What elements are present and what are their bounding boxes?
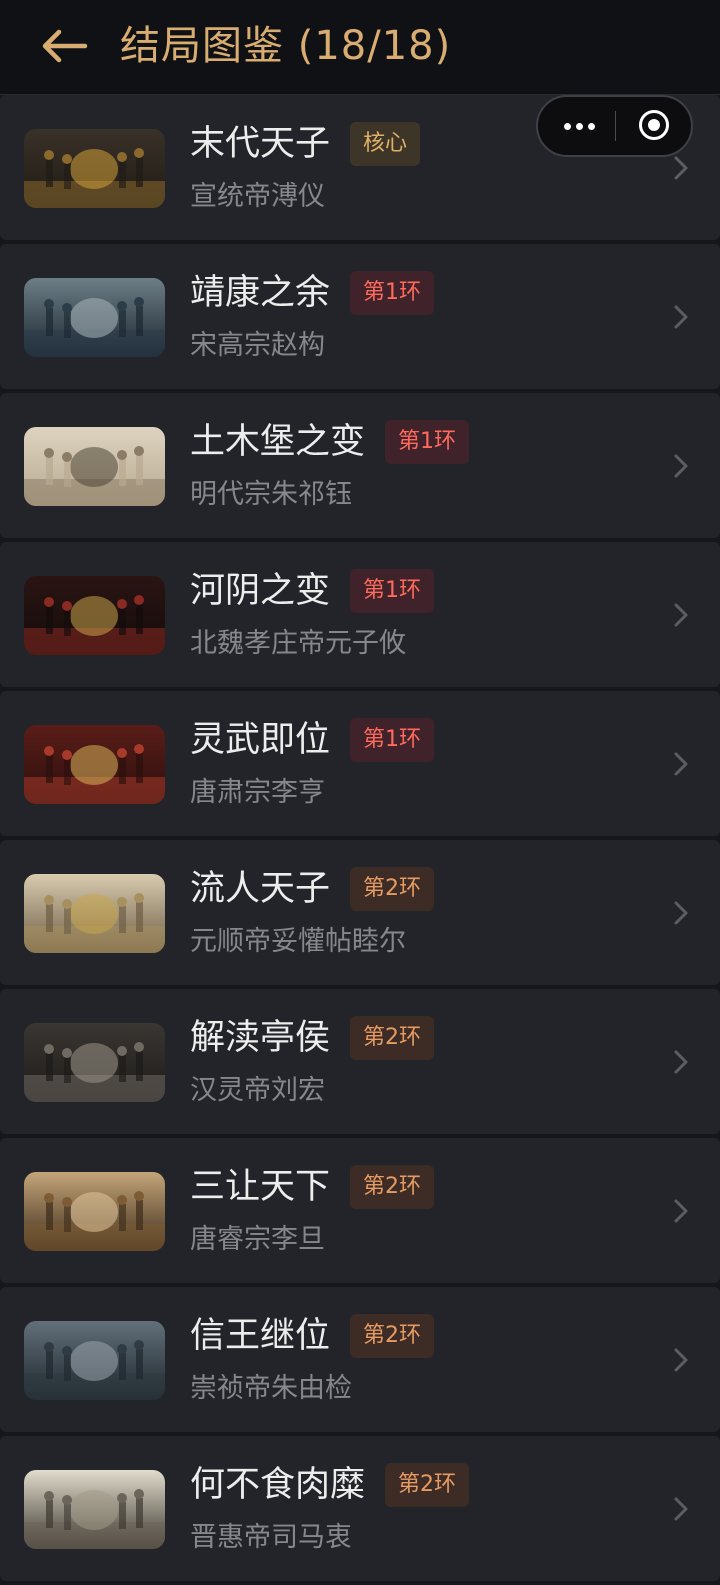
chevron-right-icon (670, 451, 692, 481)
ending-title: 流人天子 (190, 869, 331, 909)
ending-tag-badge: 核心 (350, 122, 421, 166)
ending-emperor-name: 明代宗朱祁钰 (190, 479, 352, 510)
chevron-right-icon (670, 302, 692, 332)
ending-card[interactable]: 何不食肉糜 第2环晋惠帝司马衷 (0, 1436, 720, 1581)
ending-emperor-name: 唐肃宗李亨 (190, 777, 325, 808)
ending-card[interactable]: 信王继位 第2环崇祯帝朱由检 (0, 1287, 720, 1432)
ending-title: 灵武即位 (190, 720, 331, 760)
ending-thumbnail (24, 725, 165, 804)
ending-emperor-name: 崇祯帝朱由检 (190, 1373, 352, 1404)
ending-card[interactable]: 流人天子 第2环元顺帝妥懽帖睦尔 (0, 840, 720, 985)
ending-tag-badge: 第2环 (350, 1165, 434, 1209)
close-miniprogram-button[interactable] (626, 104, 682, 148)
ending-emperor-name: 汉灵帝刘宏 (190, 1075, 325, 1106)
ending-tag-badge: 第1环 (350, 718, 434, 762)
capsule-divider (615, 111, 616, 141)
chevron-right-icon (670, 1494, 692, 1524)
ending-title: 何不食肉糜 (190, 1465, 366, 1505)
chevron-right-icon (670, 153, 692, 183)
back-button[interactable] (38, 22, 90, 70)
chevron-right-icon (670, 898, 692, 928)
ending-tag-badge: 第2环 (350, 1314, 434, 1358)
ending-thumbnail (24, 129, 165, 208)
miniprogram-capsule (536, 95, 693, 157)
chevron-right-icon (670, 1196, 692, 1226)
ending-emperor-name: 宋高宗赵构 (190, 330, 325, 361)
ending-list: 末代天子 核心 宣统帝溥仪 靖康之余 第1环 宋高宗赵构 土木堡之变 第1环 明代宗朱祁钰 河阴之… (0, 95, 720, 1585)
ending-thumbnail (24, 1470, 165, 1549)
ending-thumbnail (24, 1172, 165, 1251)
ending-tag-badge: 第2环 (350, 867, 434, 911)
arrow-left-icon (42, 29, 88, 63)
more-button[interactable] (550, 104, 606, 148)
ending-thumbnail (24, 278, 165, 357)
ending-tag-badge: 第1环 (350, 271, 434, 315)
ending-title: 河阴之变 (190, 571, 331, 611)
ending-emperor-name: 北魏孝庄帝元子攸 (190, 628, 406, 659)
ending-emperor-name: 宣统帝溥仪 (190, 181, 325, 212)
ending-card[interactable]: 三让天下 第2环 唐睿宗李旦 (0, 1138, 720, 1283)
ending-card[interactable]: 解渎亭侯 第2环 汉灵帝刘宏 (0, 989, 720, 1134)
chevron-right-icon (670, 749, 692, 779)
ending-thumbnail (24, 874, 165, 953)
ending-tag-badge: 第2环 (385, 1463, 469, 1507)
page-title: 结局图鉴 (18/18) (120, 23, 452, 69)
ending-tag-badge: 第2环 (350, 1016, 434, 1060)
ending-tag-badge: 第1环 (385, 420, 469, 464)
ending-thumbnail (24, 576, 165, 655)
chevron-right-icon (670, 600, 692, 630)
ending-emperor-name: 晋惠帝司马衷 (190, 1522, 352, 1553)
ending-title: 解渎亭侯 (190, 1018, 331, 1058)
top-navigation-bar: 结局图鉴 (18/18) (0, 0, 720, 95)
chevron-right-icon (670, 1047, 692, 1077)
ending-thumbnail (24, 1023, 165, 1102)
ending-emperor-name: 唐睿宗李旦 (190, 1224, 325, 1255)
ending-card[interactable]: 土木堡之变 第1环明代宗朱祁钰 (0, 393, 720, 538)
ending-card[interactable]: 灵武即位 第1环 唐肃宗李亨 (0, 691, 720, 836)
ending-emperor-name: 元顺帝妥懽帖睦尔 (190, 926, 406, 957)
ending-card[interactable]: 河阴之变 第1环北魏孝庄帝元子攸 (0, 542, 720, 687)
ending-title: 土木堡之变 (190, 422, 366, 462)
ending-title: 末代天子 (190, 124, 331, 164)
ending-thumbnail (24, 1321, 165, 1400)
ending-title: 信王继位 (190, 1316, 331, 1356)
ending-card[interactable]: 靖康之余 第1环 宋高宗赵构 (0, 244, 720, 389)
ending-title: 靖康之余 (190, 273, 331, 313)
ending-thumbnail (24, 427, 165, 506)
ending-title: 三让天下 (190, 1167, 331, 1207)
chevron-right-icon (670, 1345, 692, 1375)
ending-tag-badge: 第1环 (350, 569, 434, 613)
